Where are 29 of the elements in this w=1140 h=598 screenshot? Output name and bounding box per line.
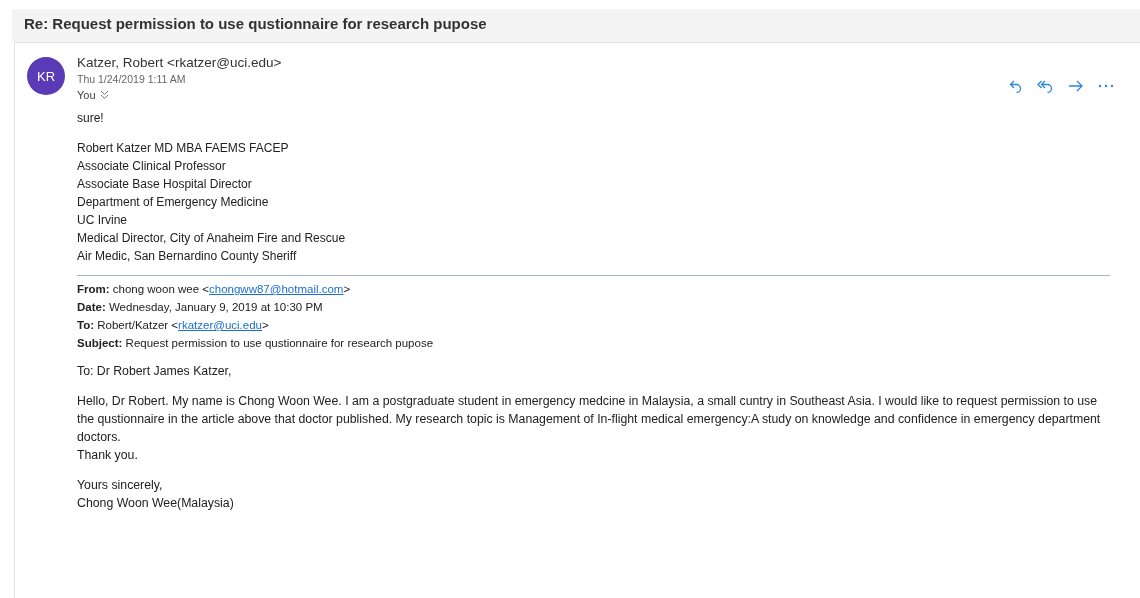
email-link[interactable]: chongww87@hotmail.com (209, 283, 344, 295)
signature-line: Robert Katzer MD MBA FAEMS FACEP (77, 140, 290, 157)
signature-line: UC Irvine (77, 212, 128, 229)
more-icon[interactable] (1098, 84, 1114, 88)
reply-icon[interactable] (1009, 79, 1023, 93)
recipient: You (77, 89, 96, 101)
email-link[interactable]: rkatzer@uci.edu (178, 319, 262, 331)
message-text: sure! (77, 110, 105, 127)
signature-line: Associate Clinical Professor (77, 158, 227, 175)
quoted-text: Chong Woon Wee(Malaysia) (77, 495, 235, 512)
sender-name: Katzer, Robert <rkatzer@uci.edu> (77, 55, 283, 70)
quoted-header-line: From: chong woon wee <chongww87@hotmail.com> (77, 282, 352, 297)
quoted-header-line: Subject: Request permission to use qustionnaire for research pupose (77, 336, 435, 351)
signature-line: Medical Director, City of Anaheim Fire and Rescue (77, 230, 347, 247)
avatar: KR (27, 57, 65, 95)
quoted-text: Hello, Dr Robert. My name is Chong Woon Wee. I am a postgraduate student in emergency medcine in Malaysia, a small cuntry in Southeast Asia. I would like to request permission to use the qustionnaire in the article above that doctor published. My research topic is Management of In-flight medical emergency:A study on knowledge and confidence in emergency department doctors. (77, 393, 1102, 446)
quoted-text: Yours sincerely, (77, 477, 164, 494)
forward-icon[interactable] (1068, 79, 1084, 93)
expand-chevron-icon[interactable] (99, 90, 109, 100)
reply-all-icon[interactable] (1037, 79, 1054, 93)
signature-line: Associate Base Hospital Director (77, 176, 253, 193)
quoted-text: To: Dr Robert James Katzer, (77, 363, 233, 380)
sent-date: Thu 1/24/2019 1:11 AM (77, 73, 187, 85)
signature-line: Department of Emergency Medicine (77, 194, 270, 211)
quoted-header-line: To: Robert/Katzer <rkatzer@uci.edu> (77, 318, 270, 333)
quoted-text: Thank you. (77, 447, 139, 464)
email-subject: Re: Request permission to use qustionnaire for research pupose (12, 9, 1140, 42)
signature-line: Air Medic, San Bernardino County Sheriff (77, 248, 298, 265)
quoted-header-line: Date: Wednesday, January 9, 2019 at 10:30 PM (77, 300, 324, 315)
